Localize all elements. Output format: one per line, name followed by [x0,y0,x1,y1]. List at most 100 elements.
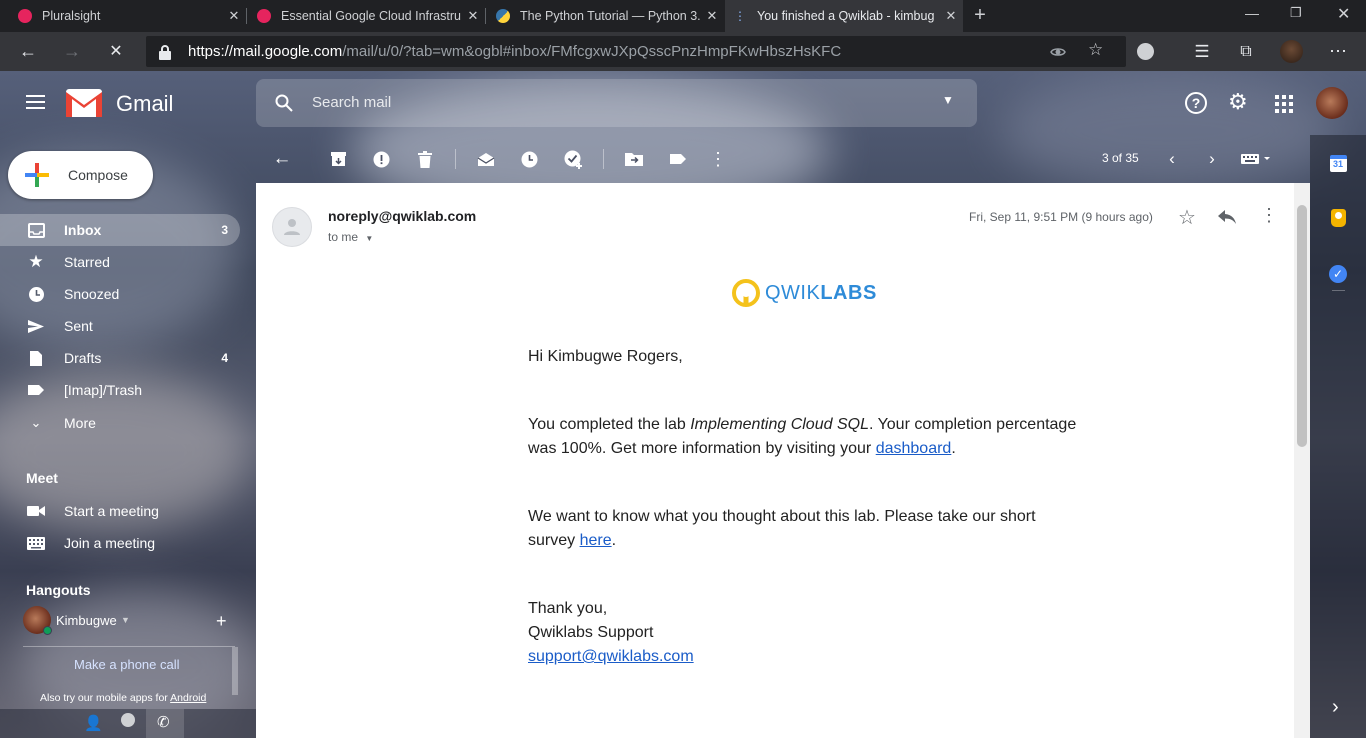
hangouts-user-name[interactable]: Kimbugwe [56,613,117,628]
delete-trash-icon[interactable] [415,149,435,169]
hangouts-footer-tabs: 👤 ✆ [0,709,256,738]
search-options-icon[interactable]: ▼ [942,93,954,107]
contacts-person-icon[interactable]: 👤 [84,714,103,732]
search-input[interactable]: Search mail [312,94,391,111]
join-meeting-link[interactable]: Join a meeting [0,527,240,559]
add-to-tasks-icon[interactable] [563,149,583,169]
star-message-icon[interactable]: ☆ [1178,205,1196,230]
label-icon [27,381,45,399]
older-chevron-right-icon[interactable]: › [1202,149,1222,169]
sender-avatar[interactable] [272,207,312,247]
compose-button[interactable]: Compose [8,151,153,199]
qwiklabs-logo-icon [732,279,760,307]
add-contact-plus-icon[interactable]: + [216,611,227,632]
phone-tab[interactable]: ✆ [146,709,184,738]
send-icon [27,317,45,335]
sidebar-item-snoozed[interactable]: Snoozed [0,278,240,310]
back-to-inbox-icon[interactable]: ← [272,148,292,169]
calendar-icon[interactable]: 31 [1330,155,1347,172]
sidebar-item-imap-trash[interactable]: [Imap]/Trash [0,374,240,406]
apps-grid-icon[interactable] [1275,95,1293,113]
sender-email[interactable]: noreply@qwiklab.com [328,208,476,224]
reply-icon[interactable] [1218,210,1236,224]
pluralsight-favicon-icon [18,9,32,23]
scrollbar-thumb[interactable] [1297,205,1307,447]
report-spam-icon[interactable] [371,149,391,169]
browser-menu-icon[interactable]: ⋯ [1326,32,1350,71]
support-email-link[interactable]: support@qwiklabs.com [528,648,694,665]
tasks-icon[interactable]: ✓ [1329,265,1347,283]
main-menu-icon[interactable] [26,95,45,109]
recipient-details[interactable]: to me ▼ [328,230,373,244]
draft-icon [27,349,45,367]
video-camera-icon [27,502,45,520]
start-meeting-link[interactable]: Start a meeting [0,495,240,527]
hangouts-user-avatar[interactable] [23,606,52,635]
labels-icon[interactable] [668,149,688,169]
collections-icon[interactable]: ⧉ [1234,32,1258,71]
tab-pluralsight[interactable]: Pluralsight ✕ [0,0,246,32]
close-tab-icon[interactable]: ✕ [461,8,485,24]
newer-chevron-left-icon[interactable]: ‹ [1162,149,1182,169]
sidebar-item-inbox[interactable]: Inbox 3 [0,214,240,246]
forward-button[interactable]: → [60,32,84,71]
hangouts-chat-icon[interactable] [121,713,135,727]
tab-qwiklab-email[interactable]: ⋮ You finished a Qwiklab - kimbug ✕ [725,0,963,32]
settings-gear-icon[interactable]: ⚙ [1228,89,1248,115]
tab-python-tutorial[interactable]: The Python Tutorial — Python 3. ✕ [486,0,724,32]
more-options-vertical-icon[interactable]: ⋮ [708,149,728,169]
sidebar-item-sent[interactable]: Sent [0,310,240,342]
lab-name: Implementing Cloud SQL [690,416,869,433]
keep-icon[interactable] [1331,209,1346,227]
archive-icon[interactable] [328,149,348,169]
qwiklabs-logo[interactable]: QWIK LABS [732,279,877,307]
move-to-icon[interactable] [624,149,644,169]
gmail-app: Gmail Search mail ▼ ? ⚙ Compose Inbox 3 [0,71,1366,738]
mark-unread-icon[interactable] [476,149,496,169]
favorite-star-icon[interactable]: ☆ [1088,40,1103,60]
tab-essential-gcp[interactable]: Essential Google Cloud Infrastruc ✕ [247,0,485,32]
extension-icon[interactable] [1137,43,1154,60]
survey-link[interactable]: here [580,532,612,549]
address-bar[interactable]: https://mail.google.com/mail/u/0/?tab=wm… [146,36,1126,67]
dashboard-link[interactable]: dashboard [876,440,952,457]
window-close-button[interactable]: ✕ [1337,4,1350,24]
url-text: https://mail.google.com/mail/u/0/?tab=wm… [188,43,842,60]
profile-avatar[interactable] [1280,40,1303,63]
sidebar-item-more[interactable]: ⌄ More [0,407,240,439]
close-tab-icon[interactable]: ✕ [222,8,246,24]
search-icon[interactable] [275,94,293,112]
show-side-panel-chevron-icon[interactable]: › [1332,696,1339,719]
sidebar-item-drafts[interactable]: Drafts 4 [0,342,240,374]
details-dropdown-icon[interactable]: ▼ [365,234,373,243]
close-tab-icon[interactable]: ✕ [700,8,724,24]
meet-heading: Meet [26,470,58,486]
android-link[interactable]: Android [170,692,206,704]
restore-button[interactable]: ❐ [1290,5,1302,21]
tracking-prevention-icon[interactable] [1050,44,1066,60]
snooze-clock-icon[interactable] [519,149,539,169]
search-bar[interactable]: Search mail ▼ [256,79,977,127]
new-tab-button[interactable]: + [970,4,990,27]
gmail-logo-icon[interactable] [66,89,102,117]
help-icon[interactable]: ? [1185,92,1207,114]
message-toolbar: ← ⋮ 3 of 35 ‹ › [256,135,1294,183]
stop-loading-button[interactable]: ✕ [104,32,128,71]
status-dropdown-icon[interactable]: ▼ [121,615,130,625]
chevron-down-icon: ⌄ [30,415,42,430]
account-avatar[interactable] [1316,87,1348,119]
pagination-count: 3 of 35 [1102,151,1139,165]
favorites-list-icon[interactable]: ☰ [1190,32,1214,71]
close-tab-icon[interactable]: ✕ [939,8,963,24]
message-more-icon[interactable]: ⋮ [1260,205,1278,226]
minimize-button[interactable]: — [1245,5,1259,21]
back-button[interactable]: ← [16,32,40,71]
python-favicon-icon [496,9,510,23]
hangouts-scrollbar[interactable] [232,647,238,695]
input-tools-keyboard-icon[interactable] [1238,149,1274,169]
make-phone-call-link[interactable]: Make a phone call [74,657,180,672]
email-paragraph-completion: You completed the lab Implementing Cloud… [528,416,1077,457]
email-paragraph-survey: We want to know what you thought about t… [528,508,1036,549]
sidebar-item-starred[interactable]: ★ Starred [0,246,240,278]
message-scrollbar[interactable] [1294,183,1310,738]
